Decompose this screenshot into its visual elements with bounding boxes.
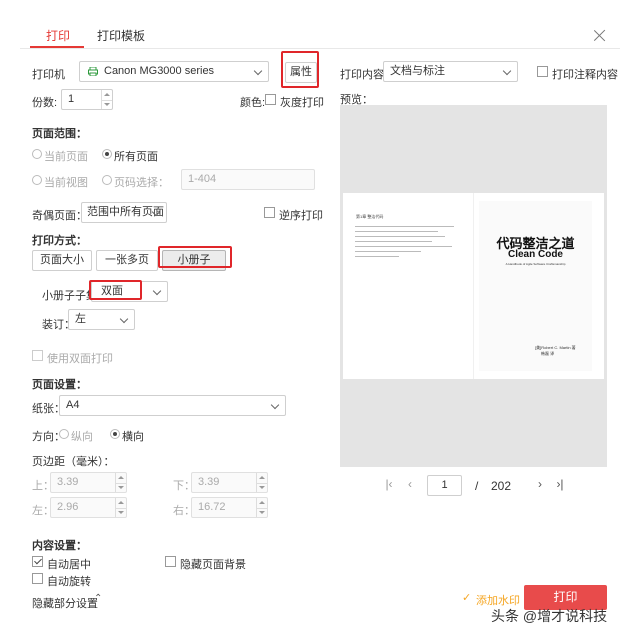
duplex-label: 使用双面打印	[47, 353, 113, 365]
stepper-arrows-icon[interactable]	[115, 498, 126, 517]
page-number-input[interactable]: 1	[427, 475, 462, 496]
page-setup-title: 页面设置：	[32, 379, 87, 391]
left-page-header: 第1章 整洁代码	[356, 214, 384, 219]
watermark-icon: ✓	[462, 592, 472, 604]
margin-bottom-input[interactable]: 3.39	[191, 472, 268, 493]
hide-background-label: 隐藏页面背景	[180, 559, 246, 571]
preview-left-page: 第1章 整洁代码	[355, 212, 475, 364]
chevron-up-icon[interactable]: ⌃	[94, 593, 102, 604]
auto-center-checkbox[interactable]	[32, 556, 43, 567]
tabs-divider	[20, 48, 620, 49]
all-pages-label: 所有页面	[114, 151, 158, 163]
mode-booklet-button[interactable]: 小册子	[162, 250, 226, 271]
stepper-arrows-icon[interactable]	[256, 473, 267, 492]
stepper-arrows-icon[interactable]	[256, 498, 267, 517]
prev-page-icon[interactable]: ‹	[403, 477, 417, 491]
margin-right-value: 16.72	[198, 501, 226, 513]
chevron-down-icon	[253, 66, 263, 76]
radio-portrait[interactable]	[59, 429, 69, 439]
chevron-down-icon	[502, 66, 512, 76]
print-mode-title: 打印方式：	[32, 235, 87, 247]
margin-bottom-value: 3.39	[198, 476, 220, 488]
auto-rotate-checkbox[interactable]	[32, 573, 43, 584]
chevron-down-icon	[152, 286, 162, 296]
booklet-subset-select[interactable]: 双面	[91, 281, 168, 302]
tab-print-template[interactable]: 打印模板	[97, 27, 145, 44]
hide-background-checkbox[interactable]	[165, 556, 176, 567]
margin-title: 页边距（毫米）：	[32, 456, 115, 468]
radio-all-pages[interactable]	[102, 149, 112, 159]
close-icon[interactable]	[592, 28, 608, 44]
page-spine	[473, 193, 474, 379]
booklet-subset-label: 小册子子集	[42, 290, 97, 302]
margin-top-input[interactable]: 3.39	[50, 472, 127, 493]
print-content-value: 文档与标注	[390, 65, 445, 77]
cover-tagline: A Handbook of Agile Software Craftsmansh…	[505, 262, 566, 266]
book-cover: 代码整洁之道 Clean Code A Handbook of Agile So…	[479, 201, 592, 371]
radio-current-page[interactable]	[32, 149, 42, 159]
cover-translator: 韩磊 译	[541, 351, 555, 356]
code-listing-block	[355, 222, 465, 266]
auto-center-label: 自动居中	[47, 559, 91, 571]
printer-label: 打印机	[32, 69, 65, 81]
reverse-print-checkbox[interactable]	[264, 207, 275, 218]
stepper-arrows-icon[interactable]	[115, 473, 126, 492]
current-page-label: 当前页面	[44, 151, 88, 163]
next-page-icon[interactable]: ›	[533, 477, 547, 491]
print-annotations-checkbox[interactable]	[537, 66, 548, 77]
margin-left-input[interactable]: 2.96	[50, 497, 127, 518]
margin-top-value: 3.39	[57, 476, 79, 488]
reverse-print-label: 逆序打印	[279, 210, 323, 222]
landscape-label: 横向	[122, 431, 144, 443]
portrait-label: 纵向	[71, 431, 93, 443]
color-label: 颜色:	[240, 97, 266, 109]
first-page-icon[interactable]: |‹	[382, 477, 396, 491]
mode-page-size-button[interactable]: 页面大小	[32, 250, 92, 271]
printer-name: Canon MG3000 series	[104, 65, 215, 77]
hide-partial-settings-link[interactable]: 隐藏部分设置	[32, 595, 98, 611]
cover-subtitle: Clean Code	[507, 249, 563, 260]
auto-rotate-label: 自动旋转	[47, 576, 91, 588]
grayscale-label: 灰度打印	[280, 97, 324, 109]
mode-multi-page-button[interactable]: 一张多页	[96, 250, 158, 271]
duplex-checkbox[interactable]	[32, 350, 43, 361]
odd-even-select[interactable]: 范围中所有页面	[81, 202, 167, 223]
copies-label: 份数:	[32, 97, 58, 109]
grayscale-checkbox[interactable]	[265, 94, 276, 105]
print-annotations-label: 打印注释内容	[552, 69, 618, 81]
radio-landscape[interactable]	[110, 429, 120, 439]
print-content-select[interactable]: 文档与标注	[383, 61, 518, 82]
stepper-arrows-icon[interactable]	[101, 90, 112, 109]
radio-page-select[interactable]	[102, 175, 112, 185]
chevron-down-icon	[119, 314, 129, 324]
paper-select[interactable]: A4	[59, 395, 286, 416]
booklet-subset-value: 双面	[101, 285, 123, 297]
binding-value: 左	[75, 313, 86, 325]
overlay-watermark: 头条 @增才说科技	[491, 608, 608, 624]
copies-value: 1	[68, 93, 75, 105]
radio-current-view[interactable]	[32, 175, 42, 185]
printer-select[interactable]: Canon MG3000 series	[79, 61, 269, 82]
page-select-input[interactable]: 1-404	[181, 169, 315, 190]
total-pages: 202	[491, 479, 512, 493]
copies-stepper[interactable]: 1	[61, 89, 113, 110]
active-tab-indicator	[30, 46, 84, 48]
tab-print[interactable]: 打印	[46, 27, 70, 44]
content-settings-title: 内容设置：	[32, 540, 87, 552]
chevron-down-icon	[270, 400, 280, 410]
properties-button[interactable]: 属性	[285, 62, 317, 83]
preview-page: 第1章 整洁代码 代码整洁之道 Clean Code A Handbook of…	[343, 193, 604, 379]
odd-even-label: 奇偶页面：	[32, 210, 87, 222]
binding-select[interactable]: 左	[68, 309, 135, 330]
paper-value: A4	[66, 399, 80, 411]
printer-icon	[88, 67, 98, 76]
page-range-title: 页面范围：	[32, 128, 87, 140]
pager-separator: /	[475, 479, 479, 493]
margin-right-input[interactable]: 16.72	[191, 497, 268, 518]
page-select-label: 页码选择：	[114, 177, 169, 189]
last-page-icon[interactable]: ›|	[553, 477, 567, 491]
margin-left-value: 2.96	[57, 501, 79, 513]
current-view-label: 当前视图	[44, 177, 88, 189]
